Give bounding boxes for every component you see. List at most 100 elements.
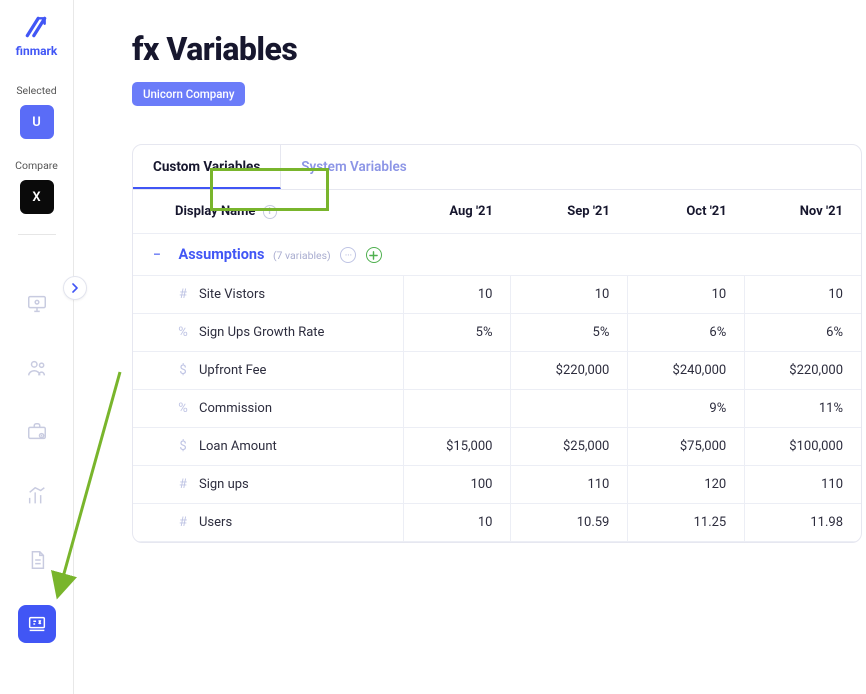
cell-value[interactable]: 10: [745, 276, 861, 314]
nav-people[interactable]: [18, 349, 56, 387]
cell-value[interactable]: [404, 352, 511, 390]
cell-value[interactable]: 110: [745, 466, 861, 504]
cell-value[interactable]: 10.59: [511, 504, 628, 542]
row-name-cell: $ Loan Amount: [133, 428, 404, 466]
nav-variables[interactable]: [18, 605, 56, 643]
cell-value[interactable]: [511, 390, 628, 428]
row-name-cell: # Site Vistors: [133, 276, 404, 314]
cell-value[interactable]: 10: [511, 276, 628, 314]
cell-value[interactable]: 11%: [745, 390, 861, 428]
sidebar-nav: [18, 285, 56, 643]
cell-value[interactable]: $240,000: [628, 352, 745, 390]
cell-value[interactable]: 9%: [628, 390, 745, 428]
table-row[interactable]: % Commission 9%11%: [133, 390, 861, 428]
nav-expenses[interactable]: [18, 413, 56, 451]
nav-documents[interactable]: [18, 541, 56, 579]
type-icon: #: [175, 515, 191, 530]
tab-system-variables[interactable]: System Variables: [281, 145, 426, 189]
logo-icon: [23, 14, 49, 40]
info-icon[interactable]: i: [263, 205, 277, 219]
group-row-assumptions: − Assumptions (7 variables) ···: [133, 234, 861, 276]
table-row[interactable]: # Users 1010.5911.2511.98: [133, 504, 861, 542]
row-name: Users: [199, 515, 232, 530]
company-badge[interactable]: Unicorn Company: [132, 82, 245, 106]
group-more-button[interactable]: ···: [340, 247, 356, 263]
variables-icon: [26, 613, 48, 635]
table-row[interactable]: #Site Vistors10101010: [133, 276, 861, 314]
selected-scenario-letter: U: [32, 115, 41, 130]
compare-scenario-letter: X: [32, 190, 40, 205]
cell-value[interactable]: 6%: [628, 314, 745, 352]
briefcase-money-icon: [26, 421, 48, 443]
type-icon: $: [175, 439, 191, 454]
cell-value[interactable]: 11.25: [628, 504, 745, 542]
type-icon: $: [175, 363, 191, 378]
cell-value[interactable]: $100,000: [745, 428, 861, 466]
cell-value[interactable]: 5%: [404, 314, 511, 352]
type-icon: %: [175, 325, 191, 340]
cell-value[interactable]: 100: [404, 466, 511, 504]
logo[interactable]: finmark: [16, 14, 58, 58]
row-name: Sign Ups Growth Rate: [199, 325, 324, 340]
cell-value[interactable]: 120: [628, 466, 745, 504]
cell-value[interactable]: $75,000: [628, 428, 745, 466]
type-icon: #: [175, 477, 191, 492]
type-icon: %: [175, 401, 191, 416]
cell-value[interactable]: [404, 390, 511, 428]
main-content: fx Variables Unicorn Company Custom Vari…: [74, 0, 866, 694]
row-name: Sign ups: [199, 477, 249, 492]
tabs: Custom Variables System Variables: [133, 145, 861, 190]
nav-reports[interactable]: [18, 477, 56, 515]
cell-value[interactable]: 110: [511, 466, 628, 504]
sidebar-compare-label: Compare: [15, 159, 58, 172]
collapse-icon[interactable]: −: [153, 247, 167, 263]
col-display-name: Display Name i: [133, 190, 404, 234]
page-title: fx Variables: [132, 30, 866, 68]
document-icon: [26, 549, 48, 571]
group-name[interactable]: Assumptions: [178, 246, 264, 263]
sidebar-toggle[interactable]: [63, 276, 87, 300]
brand-name: finmark: [16, 44, 58, 58]
group-add-button[interactable]: [366, 247, 382, 263]
table-row[interactable]: $ Loan Amount $15,000$25,000$75,000$100,00…: [133, 428, 861, 466]
variables-card: Custom Variables System Variables Displa…: [132, 144, 862, 543]
row-name-cell: % Sign Ups Growth Rate: [133, 314, 404, 352]
table-row[interactable]: #Sign ups100110120110: [133, 466, 861, 504]
monitor-money-icon: [26, 293, 48, 315]
cell-value[interactable]: 10: [404, 276, 511, 314]
variables-table: Display Name i Aug '21 Sep '21 Oct '21 N…: [133, 190, 861, 542]
type-icon: #: [175, 287, 191, 302]
sidebar-selected-label: Selected: [16, 84, 56, 97]
cell-value[interactable]: 11.98: [745, 504, 861, 542]
cell-value[interactable]: $220,000: [511, 352, 628, 390]
row-name-cell: # Sign ups: [133, 466, 404, 504]
selected-scenario-chip[interactable]: U: [20, 105, 54, 139]
cell-value[interactable]: 6%: [745, 314, 861, 352]
cell-value[interactable]: 10: [628, 276, 745, 314]
sidebar-divider: [18, 234, 56, 235]
row-name: Loan Amount: [199, 439, 277, 454]
chevron-right-icon: [70, 283, 80, 293]
cell-value[interactable]: $15,000: [404, 428, 511, 466]
people-icon: [26, 357, 48, 379]
nav-dashboard[interactable]: [18, 285, 56, 323]
group-count: (7 variables): [273, 249, 331, 262]
col-month-0: Aug '21: [404, 190, 511, 234]
col-month-2: Oct '21: [628, 190, 745, 234]
row-name-cell: $ Upfront Fee: [133, 352, 404, 390]
row-name-cell: # Users: [133, 504, 404, 542]
tab-custom-variables[interactable]: Custom Variables: [133, 145, 281, 189]
cell-value[interactable]: 5%: [511, 314, 628, 352]
plus-icon: [369, 251, 378, 260]
table-row[interactable]: %Sign Ups Growth Rate5%5%6%6%: [133, 314, 861, 352]
row-name-cell: % Commission: [133, 390, 404, 428]
cell-value[interactable]: $220,000: [745, 352, 861, 390]
cell-value[interactable]: $25,000: [511, 428, 628, 466]
cell-value[interactable]: 10: [404, 504, 511, 542]
bar-chart-icon: [26, 485, 48, 507]
row-name: Site Vistors: [199, 287, 265, 302]
table-row[interactable]: $ Upfront Fee $220,000$240,000$220,000: [133, 352, 861, 390]
row-name: Commission: [199, 401, 272, 416]
compare-scenario-chip[interactable]: X: [20, 180, 54, 214]
row-name: Upfront Fee: [199, 363, 266, 378]
